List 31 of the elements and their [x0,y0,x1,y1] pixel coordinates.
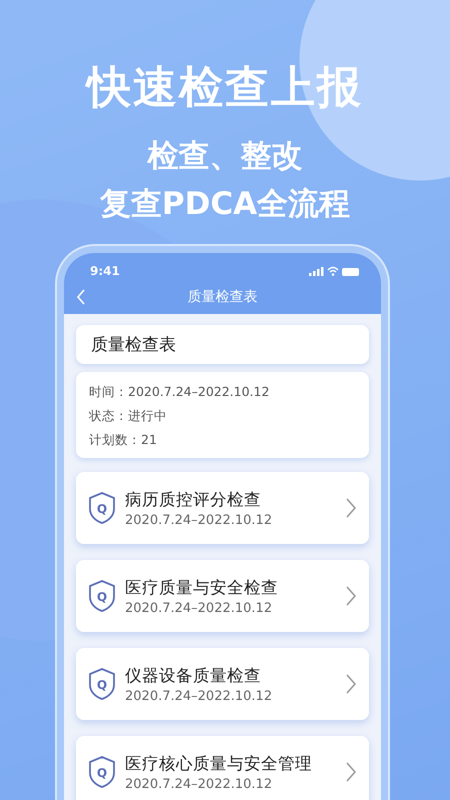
shield-icon: Q [87,667,117,701]
chevron-right-icon [345,761,357,783]
item-title: 医疗核心质量与安全管理 [125,752,313,774]
chevron-right-icon [345,673,357,695]
inspection-item[interactable]: Q 仪器设备质量检查 2020.7.24–2022.10.12 [76,648,369,720]
shield-icon: Q [87,579,117,613]
item-title: 医疗质量与安全检查 [125,576,279,598]
chevron-right-icon [345,585,357,607]
tagline: 检查、整改 [148,137,302,176]
summary-line: 状态：进行中 [89,407,168,425]
inspection-item[interactable]: Q 病历质控评分检查 2020.7.24–2022.10.12 [76,472,369,544]
inspection-item[interactable]: Q 医疗核心质量与安全管理 2020.7.24–2022.10.12 [76,736,369,800]
inspection-item[interactable]: Q 医疗质量与安全检查 2020.7.24–2022.10.12 [76,560,369,632]
form-title: 质量检查表 [76,325,369,364]
item-date: 2020.7.24–2022.10.12 [125,688,274,704]
summary-line: 计划数：21 [89,431,158,449]
status-time: 9:41 [90,264,120,278]
shield-icon: Q [87,755,117,789]
item-title: 仪器设备质量检查 [125,664,262,686]
back-icon[interactable] [76,289,86,305]
item-date: 2020.7.24–2022.10.12 [125,600,274,616]
headline: 快速检查上报 [87,61,363,115]
chevron-right-icon [345,497,357,519]
tagline: 复查PDCA全流程 [100,185,350,224]
item-title: 病历质控评分检查 [125,488,262,510]
status-icons [309,266,359,276]
summary-line: 时间：2020.7.24–2022.10.12 [89,383,270,401]
shield-icon: Q [87,491,117,525]
nav-title: 质量检查表 [188,288,258,306]
item-date: 2020.7.24–2022.10.12 [125,512,274,528]
item-date: 2020.7.24–2022.10.12 [125,776,274,792]
